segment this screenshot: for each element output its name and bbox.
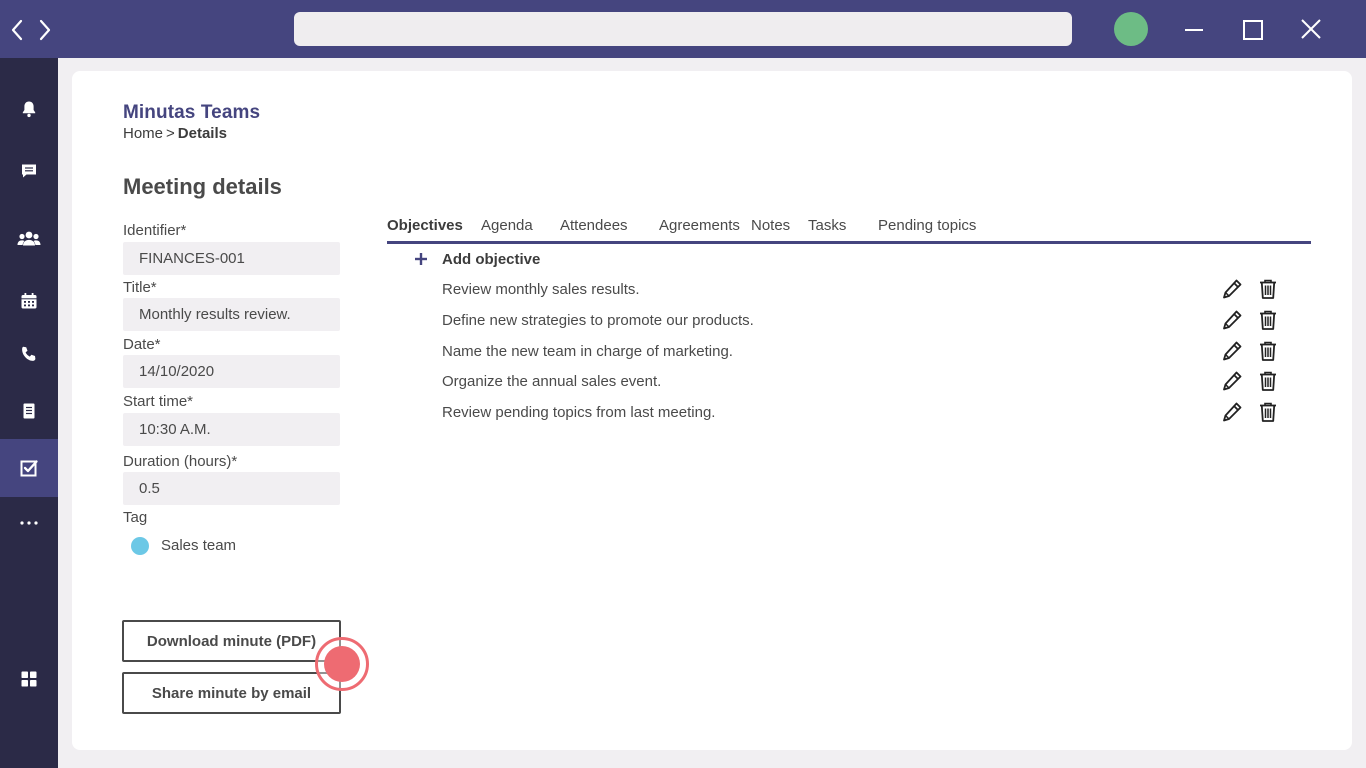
trash-icon[interactable] [1257,278,1279,300]
ellipsis-icon [20,521,38,525]
sidebar-item-files[interactable] [0,382,58,440]
chat-icon [22,164,36,178]
breadcrumb-separator: > [166,125,175,142]
sidebar-item-chat[interactable] [0,142,58,200]
pencil-icon[interactable] [1221,401,1243,423]
trash-icon[interactable] [1257,370,1279,392]
identifier-field[interactable]: FINANCES-001 [123,242,340,275]
tab-agreements[interactable]: Agreements [659,217,740,234]
sidebar-item-more[interactable] [0,494,58,552]
download-pdf-button[interactable]: Download minute (PDF) [122,620,341,662]
objective-item: Review monthly sales results. [442,281,640,298]
trash-icon[interactable] [1257,340,1279,362]
trash-icon[interactable] [1257,401,1279,423]
users-icon [17,231,41,246]
tab-pending-topics[interactable]: Pending topics [878,217,976,234]
breadcrumb-current: Details [177,125,227,142]
objective-item: Name the new team in charge of marketing… [442,343,733,360]
tab-agenda[interactable]: Agenda [481,217,533,234]
title-field[interactable]: Monthly results review. [123,298,340,331]
duration-label: Duration (hours)* [123,453,238,470]
objective-item: Define new strategies to promote our pro… [442,312,754,329]
click-indicator-dot [324,646,360,682]
apps-grid-icon [21,671,37,687]
title-label: Title* [123,279,157,296]
sidebar-item-calls[interactable] [0,325,58,383]
pencil-icon[interactable] [1221,278,1243,300]
objective-item: Organize the annual sales event. [442,373,662,390]
sidebar-item-teams[interactable] [0,210,58,268]
page-title: Meeting details [123,174,282,199]
sidebar [0,58,58,768]
breadcrumb-home[interactable]: Home [123,125,163,142]
address-bar[interactable] [294,12,1072,46]
maximize-icon[interactable] [1239,15,1267,43]
date-field[interactable]: 14/10/2020 [123,355,340,388]
plus-icon [415,253,427,265]
pencil-icon[interactable] [1221,340,1243,362]
sidebar-item-apps[interactable] [0,650,58,708]
forward-icon[interactable] [34,16,56,44]
tag-label: Tag [123,509,148,526]
tab-tasks[interactable]: Tasks [808,217,846,234]
main-card: Minutas Teams Home > Details Meeting detai… [72,71,1352,750]
date-label: Date* [123,336,161,353]
duration-field[interactable]: 0.5 [123,472,340,505]
start-time-field[interactable]: 10:30 A.M. [123,413,340,446]
document-icon [23,403,35,419]
tab-notes[interactable]: Notes [751,217,790,234]
close-icon[interactable] [1297,15,1325,43]
bell-icon [22,101,36,118]
trash-icon[interactable] [1257,309,1279,331]
calendar-icon [21,293,37,309]
sidebar-item-tasks[interactable] [0,439,58,497]
tab-attendees[interactable]: Attendees [560,217,628,234]
tab-objectives[interactable]: Objectives [387,217,463,234]
tag-value[interactable]: Sales team [161,537,236,554]
title-bar [0,0,1366,58]
start-time-label: Start time* [123,393,194,410]
identifier-label: Identifier* [123,222,187,239]
app-title: Minutas Teams [123,102,261,123]
tab-bar: Objectives Agenda Attendees Agreements N… [387,217,1311,244]
add-objective-label: Add objective [442,251,541,268]
sidebar-item-notifications[interactable] [0,80,58,138]
share-email-button[interactable]: Share minute by email [122,672,341,714]
phone-icon [22,346,36,361]
sidebar-item-calendar[interactable] [0,272,58,330]
avatar[interactable] [1114,12,1148,46]
tag-color-dot [131,537,149,555]
minimize-icon[interactable] [1180,15,1208,43]
breadcrumb: Home > Details [123,125,227,142]
pencil-icon[interactable] [1221,309,1243,331]
objective-item: Review pending topics from last meeting. [442,404,716,421]
back-icon[interactable] [6,16,28,44]
pencil-icon[interactable] [1221,370,1243,392]
checkbox-icon [20,460,38,477]
